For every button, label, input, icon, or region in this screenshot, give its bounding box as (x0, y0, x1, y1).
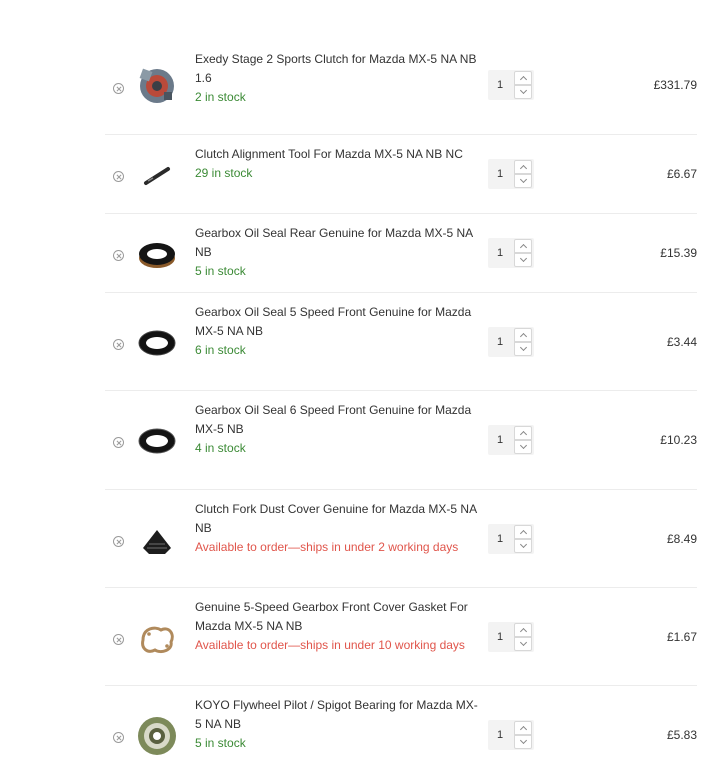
item-price: £8.49 (666, 532, 697, 546)
quantity-stepper[interactable]: 1 (488, 720, 534, 750)
item-price: £331.79 (653, 78, 697, 92)
bearing-image[interactable] (135, 714, 179, 758)
remove-item-icon[interactable] (113, 83, 124, 94)
quantity-decrease-button[interactable] (514, 342, 532, 356)
quantity-input[interactable]: 1 (488, 622, 512, 652)
quantity-increase-button[interactable] (514, 426, 532, 440)
quantity-input[interactable]: 1 (488, 425, 512, 455)
cart-item-list: Exedy Stage 2 Sports Clutch for Mazda MX… (0, 0, 726, 768)
cart-item: Clutch Fork Dust Cover Genuine for Mazda… (105, 490, 697, 588)
stock-status: Available to order—ships in under 10 wor… (195, 638, 465, 652)
product-name-link[interactable]: Clutch Alignment Tool For Mazda MX-5 NA … (195, 145, 483, 164)
quantity-input[interactable]: 1 (488, 327, 512, 357)
product-name-link[interactable]: Clutch Fork Dust Cover Genuine for Mazda… (195, 500, 483, 538)
quantity-increase-button[interactable] (514, 525, 532, 539)
cart-item: Exedy Stage 2 Sports Clutch for Mazda MX… (105, 40, 697, 135)
quantity-stepper[interactable]: 1 (488, 159, 534, 189)
remove-item-icon[interactable] (113, 732, 124, 743)
remove-item-icon[interactable] (113, 171, 124, 182)
quantity-decrease-button[interactable] (514, 735, 532, 749)
oil-seal-image[interactable] (135, 419, 179, 463)
remove-item-icon[interactable] (113, 250, 124, 261)
quantity-increase-button[interactable] (514, 721, 532, 735)
quantity-input[interactable]: 1 (488, 720, 512, 750)
quantity-stepper[interactable]: 1 (488, 622, 534, 652)
quantity-stepper[interactable]: 1 (488, 425, 534, 455)
item-price: £1.67 (666, 630, 697, 644)
quantity-input[interactable]: 1 (488, 159, 512, 189)
remove-item-icon[interactable] (113, 536, 124, 547)
product-name-link[interactable]: Gearbox Oil Seal 6 Speed Front Genuine f… (195, 401, 483, 439)
quantity-input[interactable]: 1 (488, 70, 512, 100)
quantity-input[interactable]: 1 (488, 524, 512, 554)
stock-status: Available to order—ships in under 2 work… (195, 540, 459, 554)
alignment-tool-image[interactable] (135, 153, 179, 197)
quantity-decrease-button[interactable] (514, 539, 532, 553)
quantity-input[interactable]: 1 (488, 238, 512, 268)
quantity-increase-button[interactable] (514, 328, 532, 342)
quantity-increase-button[interactable] (514, 71, 532, 85)
quantity-increase-button[interactable] (514, 239, 532, 253)
product-name-link[interactable]: Gearbox Oil Seal 5 Speed Front Genuine f… (195, 303, 483, 341)
quantity-stepper[interactable]: 1 (488, 70, 534, 100)
cart-item: Gearbox Oil Seal 5 Speed Front Genuine f… (105, 293, 697, 391)
gasket-image[interactable] (135, 616, 179, 660)
product-name-link[interactable]: KOYO Flywheel Pilot / Spigot Bearing for… (195, 696, 483, 734)
stock-status: 5 in stock (195, 264, 246, 278)
quantity-stepper[interactable]: 1 (488, 524, 534, 554)
quantity-increase-button[interactable] (514, 623, 532, 637)
item-price: £6.67 (666, 167, 697, 181)
quantity-decrease-button[interactable] (514, 440, 532, 454)
cart-item: KOYO Flywheel Pilot / Spigot Bearing for… (105, 686, 697, 768)
item-price: £3.44 (666, 335, 697, 349)
item-price: £15.39 (660, 246, 697, 260)
oil-seal-image[interactable] (135, 232, 179, 276)
cart-item: Gearbox Oil Seal 6 Speed Front Genuine f… (105, 391, 697, 490)
stock-status: 2 in stock (195, 90, 246, 104)
quantity-stepper[interactable]: 1 (488, 327, 534, 357)
quantity-decrease-button[interactable] (514, 174, 532, 188)
product-name-link[interactable]: Genuine 5-Speed Gearbox Front Cover Gask… (195, 598, 483, 636)
quantity-decrease-button[interactable] (514, 253, 532, 267)
oil-seal-image[interactable] (135, 321, 179, 365)
cart-item: Genuine 5-Speed Gearbox Front Cover Gask… (105, 588, 697, 686)
remove-item-icon[interactable] (113, 437, 124, 448)
stock-status: 6 in stock (195, 343, 246, 357)
stock-status: 29 in stock (195, 166, 253, 180)
quantity-increase-button[interactable] (514, 160, 532, 174)
dust-cover-image[interactable] (135, 518, 179, 562)
quantity-decrease-button[interactable] (514, 637, 532, 651)
quantity-stepper[interactable]: 1 (488, 238, 534, 268)
item-price: £5.83 (666, 728, 697, 742)
stock-status: 5 in stock (195, 736, 246, 750)
item-price: £10.23 (660, 433, 697, 447)
cart-item: Gearbox Oil Seal Rear Genuine for Mazda … (105, 214, 697, 293)
quantity-decrease-button[interactable] (514, 85, 532, 99)
cart-item: Clutch Alignment Tool For Mazda MX-5 NA … (105, 135, 697, 214)
product-name-link[interactable]: Exedy Stage 2 Sports Clutch for Mazda MX… (195, 50, 483, 88)
clutch-kit-image[interactable] (135, 64, 179, 108)
remove-item-icon[interactable] (113, 634, 124, 645)
remove-item-icon[interactable] (113, 339, 124, 350)
stock-status: 4 in stock (195, 441, 246, 455)
product-name-link[interactable]: Gearbox Oil Seal Rear Genuine for Mazda … (195, 224, 483, 262)
